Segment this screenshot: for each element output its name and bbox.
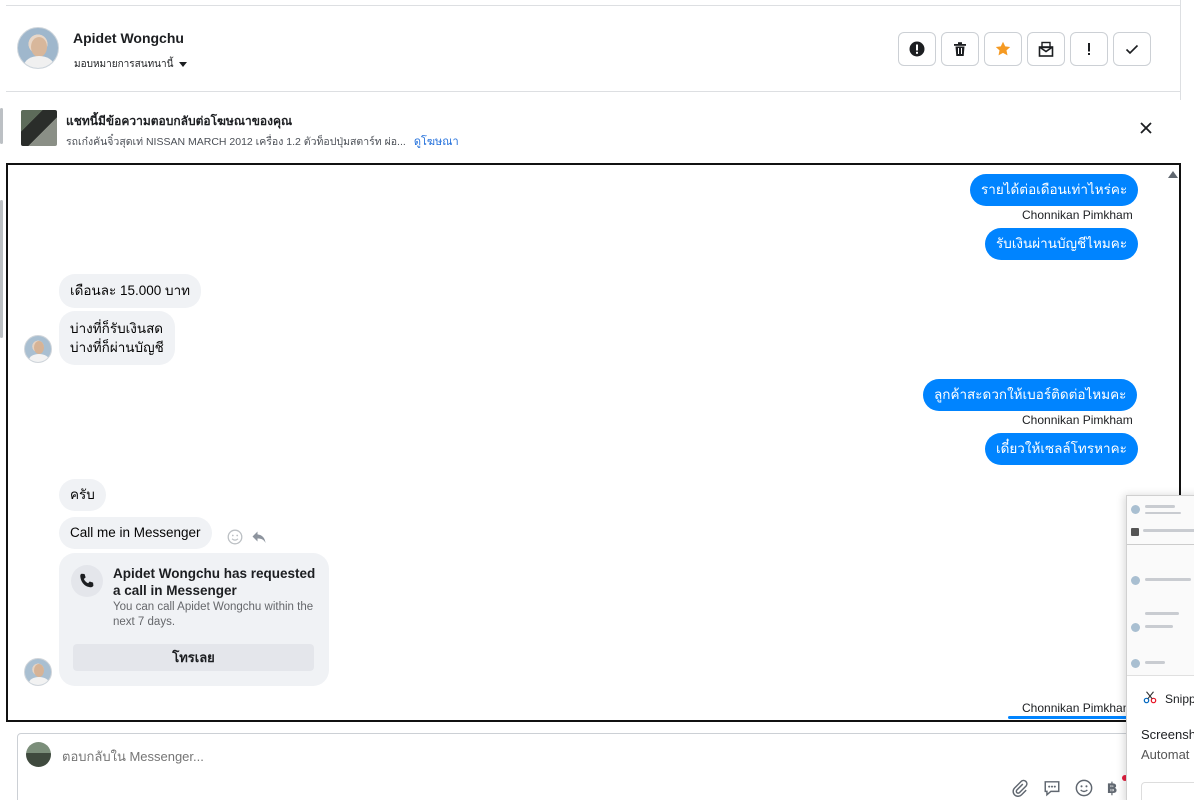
incoming-message[interactable]: Call me in Messenger xyxy=(59,517,212,549)
scroll-up-arrow-icon[interactable] xyxy=(1168,171,1178,178)
assign-conversation-label: มอบหมายการสนทนานี้ xyxy=(74,59,174,70)
mark-unread-button[interactable] xyxy=(1027,32,1065,66)
message-line: บ่างที่ก็ผ่านบัญชี xyxy=(70,340,164,355)
ad-banner-title: แชทนี้มีข้อความตอบกลับต่อโฆษณาของคุณ xyxy=(66,114,293,128)
payment-baht-icon[interactable]: ฿ xyxy=(1107,779,1117,797)
reply-input[interactable] xyxy=(62,749,662,764)
ad-description: รถเก๋งคันจิ๋วสุดเท่ NISSAN MARCH 2012 เค… xyxy=(66,136,406,148)
message-thread[interactable]: รายได้ต่อเดือนเท่าไหร่คะ Chonnikan Pimkh… xyxy=(6,163,1181,722)
star-icon xyxy=(995,41,1011,56)
outgoing-message[interactable]: ลูกค้าสะดวกให้เบอร์ติดต่อไหมคะ xyxy=(923,379,1138,411)
alert-circle-icon xyxy=(909,41,925,57)
screenshot-preview[interactable] xyxy=(1127,496,1194,676)
call-request-card: Apidet Wongchu has requested a call in M… xyxy=(59,553,329,686)
snipping-tool-notification[interactable]: Snipp Screensh Automat xyxy=(1126,495,1194,800)
left-scrollbar-thumb[interactable] xyxy=(0,108,3,144)
trash-icon xyxy=(954,42,966,56)
message-actions xyxy=(227,529,267,545)
call-request-description: You can call Apidet Wongchu within the n… xyxy=(113,601,314,628)
reply-arrow-icon[interactable] xyxy=(251,529,267,545)
snipping-tool-app-name: Snipp xyxy=(1165,692,1194,706)
follow-up-button[interactable] xyxy=(1070,32,1108,66)
reply-composer: ฿ xyxy=(17,733,1137,800)
outgoing-message-partial[interactable] xyxy=(1008,716,1138,719)
snipping-tool-action[interactable] xyxy=(1141,782,1194,800)
phone-icon xyxy=(71,565,103,597)
envelope-open-icon xyxy=(1038,41,1054,57)
conversation-toolbar xyxy=(898,32,1151,66)
incoming-message[interactable]: บ่างที่ก็รับเงินสด บ่างที่ก็ผ่านบัญชี xyxy=(59,311,175,365)
view-ad-link[interactable]: ดูโฆษณา xyxy=(414,136,459,148)
assign-conversation-dropdown[interactable]: มอบหมายการสนทนานี้ xyxy=(74,57,188,72)
ad-banner-subtitle: รถเก๋งคันจิ๋วสุดเท่ NISSAN MARCH 2012 เค… xyxy=(66,132,459,150)
conversation-header: Apidet Wongchu มอบหมายการสนทนานี้ xyxy=(6,6,1181,92)
contact-avatar-small[interactable] xyxy=(24,335,52,363)
incoming-message[interactable]: ครับ xyxy=(59,479,106,511)
snipping-tool-message-secondary: Automat xyxy=(1141,747,1190,762)
emoji-reaction-icon[interactable] xyxy=(227,529,243,545)
exclamation-icon xyxy=(1088,43,1090,55)
inbox-page: Apidet Wongchu มอบหมายการสนทนานี้ แชทนี้… xyxy=(0,0,1194,800)
sender-label: Chonnikan Pimkham xyxy=(1022,208,1133,222)
incoming-message[interactable]: เดือนละ 15.000 บาท xyxy=(59,274,202,308)
ad-thumbnail[interactable] xyxy=(21,110,57,146)
caret-down-icon xyxy=(179,62,188,67)
star-button[interactable] xyxy=(984,32,1022,66)
outgoing-message[interactable]: รับเงินผ่านบัญชีไหมคะ xyxy=(985,228,1139,260)
delete-button[interactable] xyxy=(941,32,979,66)
call-now-button[interactable]: โทรเลย xyxy=(73,644,314,671)
close-icon xyxy=(1140,122,1152,134)
close-banner-button[interactable] xyxy=(1138,120,1154,136)
contact-avatar-small[interactable] xyxy=(24,658,52,686)
saved-replies-icon[interactable] xyxy=(1043,779,1061,797)
composer-toolbar: ฿ xyxy=(1011,779,1117,797)
ad-reply-banner: แชทนี้มีข้อความตอบกลับต่อโฆษณาของคุณ รถเ… xyxy=(6,92,1181,162)
mark-done-button[interactable] xyxy=(1113,32,1151,66)
snipping-tool-message: Screensh xyxy=(1141,727,1194,742)
sender-label: Chonnikan Pimkham xyxy=(1022,701,1133,715)
message-line: บ่างที่ก็รับเงินสด xyxy=(70,321,164,336)
spam-report-button[interactable] xyxy=(898,32,936,66)
left-scrollbar-thumb-secondary[interactable] xyxy=(0,200,3,338)
contact-avatar[interactable] xyxy=(17,27,59,69)
attachment-icon[interactable] xyxy=(1011,779,1029,797)
outgoing-message[interactable]: เดี๋ยวให้เซลล์โทรหาคะ xyxy=(985,433,1138,465)
sender-label: Chonnikan Pimkham xyxy=(1022,413,1133,427)
page-avatar xyxy=(26,742,51,767)
contact-name[interactable]: Apidet Wongchu xyxy=(73,30,184,46)
call-request-title: Apidet Wongchu has requested a call in M… xyxy=(113,566,316,598)
emoji-icon[interactable] xyxy=(1075,779,1093,797)
check-icon xyxy=(1125,44,1139,55)
snipping-tool-icon xyxy=(1143,691,1157,704)
outgoing-message[interactable]: รายได้ต่อเดือนเท่าไหร่คะ xyxy=(970,174,1139,206)
